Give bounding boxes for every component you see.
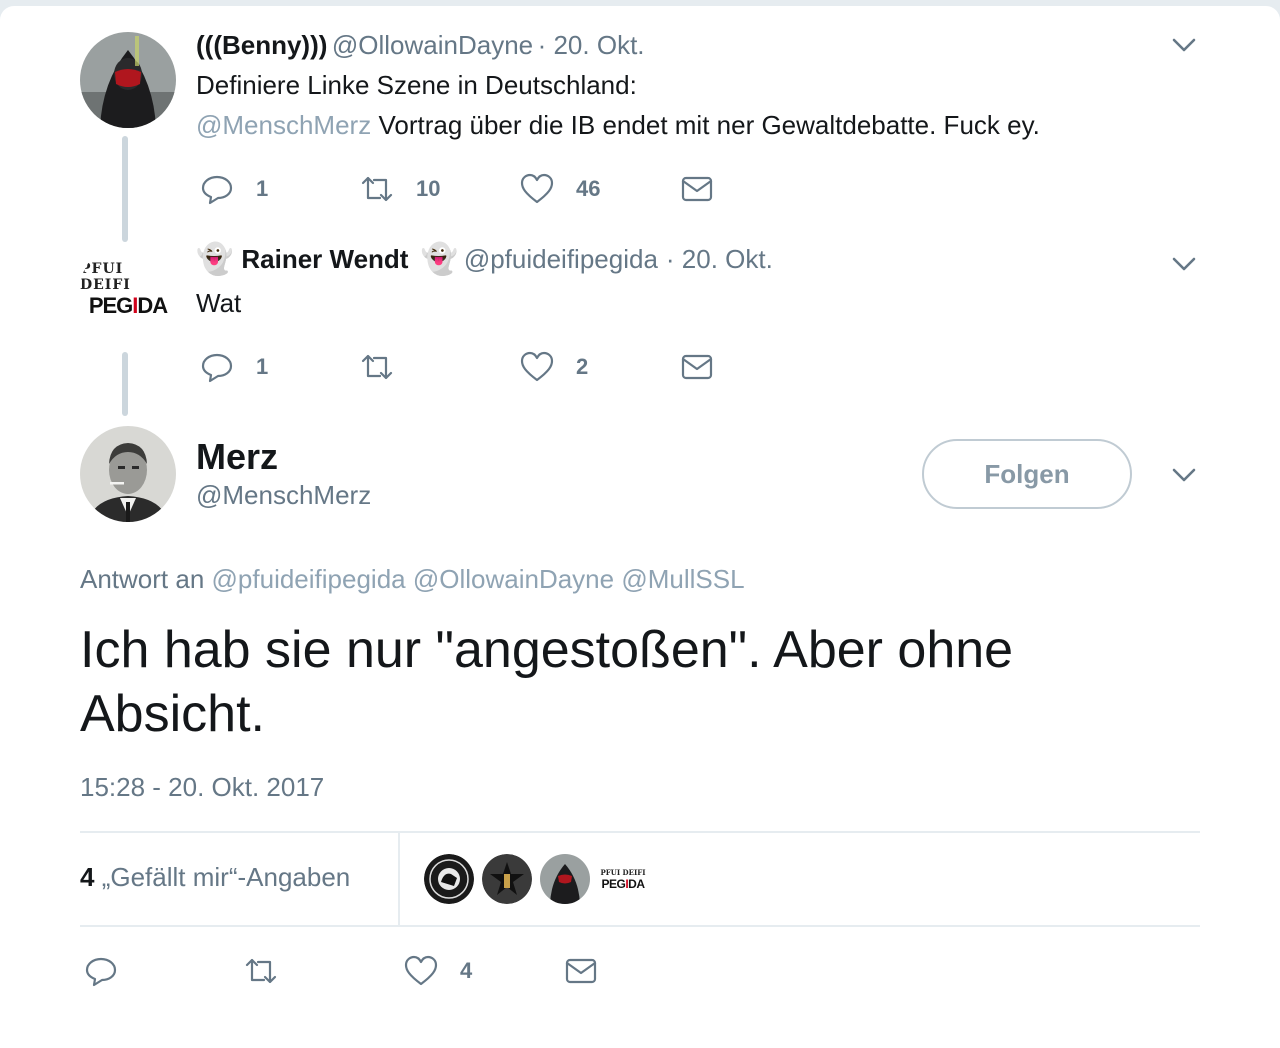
like-icon xyxy=(520,173,554,204)
main-handle[interactable]: @MenschMerz xyxy=(196,480,371,511)
like-count: 2 xyxy=(576,354,589,379)
reply-to-handles[interactable]: @pfuideifipegida @OllowainDayne @MullSSL xyxy=(212,564,745,594)
vertical-divider xyxy=(398,833,400,925)
reply-count: 1 xyxy=(256,354,269,379)
like-button[interactable]: 2 xyxy=(520,350,588,384)
follow-button[interactable]: Folgen xyxy=(922,439,1132,509)
tweet-text: Vortrag über die IB endet mit ner Gewalt… xyxy=(378,110,1040,140)
reply-button[interactable]: 1 xyxy=(200,350,268,384)
liker-avatar[interactable] xyxy=(482,854,532,904)
main-tweet-text: Ich hab sie nur "angestoßen". Aber ohne … xyxy=(80,621,1014,743)
ghost-emoji: 👻 xyxy=(420,243,458,276)
retweet-icon xyxy=(245,958,277,984)
divider xyxy=(80,925,1200,927)
like-button[interactable]: 4 xyxy=(404,954,472,988)
tweet-date[interactable]: · 20. Okt. xyxy=(666,244,773,275)
avatar-logo-main: PEGIDA xyxy=(88,293,168,318)
liker-logo-top: PFUI DEIFI xyxy=(600,867,646,877)
divider xyxy=(80,831,1200,833)
reply-button[interactable]: 1 xyxy=(200,172,268,206)
thread-line xyxy=(122,352,128,416)
reply-icon xyxy=(201,353,233,383)
tweet-header: 👻 Rainer Wendt 👻 @pfuideifipegida · 20. … xyxy=(196,242,773,277)
retweet-count: 10 xyxy=(416,176,441,201)
tweet-date[interactable]: · 20. Okt. xyxy=(538,30,645,60)
likes-summary-label: „Gefällt mir“-Angaben xyxy=(101,862,351,892)
liker-avatar[interactable] xyxy=(424,854,474,904)
retweet-button[interactable] xyxy=(360,350,394,384)
dm-icon xyxy=(565,958,597,984)
likes-summary[interactable]: 4 „Gefällt mir“-Angaben xyxy=(80,862,350,893)
like-count: 4 xyxy=(460,958,473,983)
mention-link[interactable]: @MenschMerz xyxy=(196,110,371,140)
tweet-timestamp[interactable]: 15:28 - 20. Okt. 2017 xyxy=(80,772,324,803)
reply-icon xyxy=(201,175,233,205)
main-display-name[interactable]: Merz xyxy=(196,436,278,478)
tweet-header: (((Benny))) @OllowainDayne · 20. Okt. xyxy=(196,30,645,61)
ghost-emoji: 👻 xyxy=(196,243,234,276)
dm-button[interactable] xyxy=(564,954,598,988)
display-name[interactable]: Rainer Wendt xyxy=(241,244,408,275)
chevron-down-icon[interactable] xyxy=(1169,460,1199,490)
retweet-icon xyxy=(361,354,393,380)
dm-button[interactable] xyxy=(680,172,714,206)
avatar-pegida[interactable]: PFUI DEIFI PEGIDA xyxy=(80,242,176,338)
tweet-conversation-card: (((Benny))) @OllowainDayne · 20. Okt. De… xyxy=(0,6,1280,1048)
tweet-text-line1: Definiere Linke Szene in Deutschland: xyxy=(196,70,637,100)
reply-to-label: Antwort an xyxy=(80,564,205,594)
like-button[interactable]: 46 xyxy=(520,172,600,206)
like-count: 46 xyxy=(576,176,601,201)
reply-to-line: Antwort an @pfuideifipegida @OllowainDay… xyxy=(80,564,745,595)
avatar-benny[interactable] xyxy=(80,32,176,128)
retweet-icon xyxy=(361,176,393,202)
chevron-down-icon[interactable] xyxy=(1169,30,1199,60)
tweet-text: Wat xyxy=(196,288,242,318)
liker-avatar[interactable] xyxy=(540,854,590,904)
avatar-merz[interactable] xyxy=(80,426,176,522)
reply-icon xyxy=(85,957,117,987)
dm-icon xyxy=(681,176,713,202)
liker-avatar[interactable]: PFUI DEIFI PEGIDA xyxy=(598,854,648,904)
reply-count: 1 xyxy=(256,176,269,201)
avatar-logo-top: PFUI DEIFI xyxy=(80,261,131,293)
dm-icon xyxy=(681,354,713,380)
like-icon xyxy=(520,351,554,382)
like-icon xyxy=(404,955,438,986)
retweet-button[interactable]: 10 xyxy=(360,172,440,206)
reply-button[interactable] xyxy=(84,954,118,988)
chevron-down-icon[interactable] xyxy=(1169,249,1199,279)
liker-logo-main: PEGIDA xyxy=(601,876,645,891)
handle[interactable]: @pfuideifipegida xyxy=(464,244,658,275)
handle[interactable]: @OllowainDayne xyxy=(332,30,533,60)
retweet-button[interactable] xyxy=(244,954,278,988)
display-name[interactable]: (((Benny))) xyxy=(196,30,327,60)
dm-button[interactable] xyxy=(680,350,714,384)
likes-summary-count: 4 xyxy=(80,862,95,892)
tweet-text-line2: @MenschMerz Vortrag über die IB endet mi… xyxy=(196,110,1040,141)
thread-line xyxy=(122,136,128,242)
